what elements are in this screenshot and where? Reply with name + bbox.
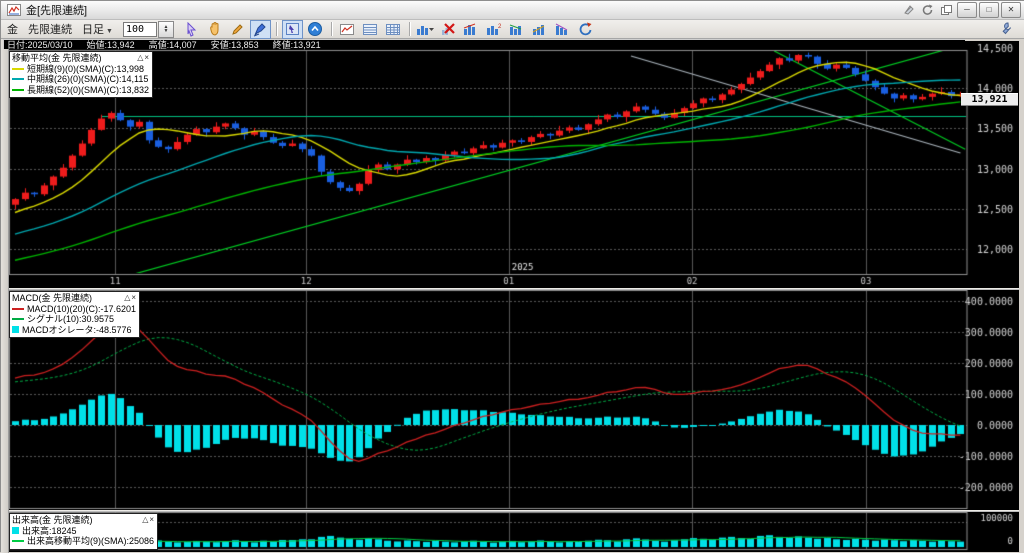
timeframe-value: 日足: [82, 24, 104, 36]
minimize-button[interactable]: ─: [957, 2, 977, 18]
macd-line-swatch: [12, 308, 24, 310]
indicator-preset4-icon[interactable]: [530, 20, 551, 39]
legend-close-button[interactable]: ×: [144, 54, 149, 62]
legend-close-button[interactable]: ×: [149, 516, 154, 524]
legend-item: MACDオシレータ:-48.5776: [12, 325, 136, 336]
legend-collapse-button[interactable]: △: [124, 294, 130, 302]
sma-mid-label: 中期線(26)(0)(SMA)(C):14,115: [27, 74, 148, 85]
volume-legend: 出来高(金 先限連続) △ × 出来高:18245 出来高移動平均(9)(SMA…: [9, 513, 158, 550]
indicator-preset3-icon[interactable]: [507, 20, 528, 39]
title-bar[interactable]: 金[先限連続] ─ □ ✕: [1, 1, 1024, 20]
sma-long-swatch: [12, 89, 24, 91]
maximize-button[interactable]: □: [979, 2, 999, 18]
chart-app-icon: [5, 3, 22, 17]
legend-item: 中期線(26)(0)(SMA)(C):14,115: [12, 74, 149, 85]
quote-date: 日付:2025/03/10: [7, 38, 73, 51]
left-gutter: [1, 39, 9, 553]
remove-indicator-icon[interactable]: [438, 20, 459, 39]
signal-line-swatch: [12, 318, 24, 320]
legend-item: 出来高移動平均(9)(SMA):25086: [12, 536, 154, 547]
refresh-window-icon[interactable]: [919, 3, 936, 17]
indicator-preset1-icon[interactable]: [461, 20, 482, 39]
legend-item: 出来高:18245: [12, 526, 154, 537]
close-button[interactable]: ✕: [1001, 2, 1021, 18]
macd-line-label: MACD(10)(20)(C):-17.6201: [27, 304, 136, 315]
hand-pan-icon[interactable]: [204, 20, 225, 39]
sma-short-label: 短期線(9)(0)(SMA)(C):13,998: [27, 64, 144, 75]
legend-item: 長期線(52)(0)(SMA)(C):13,832: [12, 85, 149, 96]
panel-splitter[interactable]: [9, 288, 1019, 290]
macd-chart-canvas[interactable]: [9, 290, 1019, 510]
panel-splitter[interactable]: [9, 510, 1019, 512]
refresh-data-icon[interactable]: [576, 20, 597, 39]
right-gutter: [1019, 39, 1024, 553]
legend-item: シグナル(10):30.9575: [12, 314, 136, 325]
attach-icon[interactable]: [900, 3, 917, 17]
pen-trendline-icon[interactable]: [250, 20, 271, 39]
indicator-preset2-icon[interactable]: 2: [484, 20, 505, 39]
window-title: 金[先限連続]: [26, 2, 87, 18]
new-chart-icon[interactable]: [337, 20, 358, 39]
pencil-draw-icon[interactable]: [227, 20, 248, 39]
oscillator-swatch: [12, 326, 19, 333]
macd-legend: MACD(金 先限連続) △ × MACD(10)(20)(C):-17.620…: [9, 291, 140, 338]
copy-window-icon[interactable]: [938, 3, 955, 17]
oscillator-label: MACDオシレータ:-48.5776: [22, 325, 132, 336]
settings-wrench-icon[interactable]: [994, 20, 1015, 39]
volume-ma-swatch: [12, 540, 24, 542]
contract-label: 先限連続: [28, 21, 72, 37]
ma-legend-title: 移動平均(金 先限連続): [12, 53, 102, 64]
legend-item: MACD(10)(20)(C):-17.6201: [12, 304, 136, 315]
toolbar: 金 先限連続 日足▼ ▲▼ 2: [1, 20, 1024, 39]
volume-swatch: [12, 527, 19, 534]
signal-line-label: シグナル(10):30.9575: [27, 314, 114, 325]
volume-ma-label: 出来高移動平均(9)(SMA):25086: [27, 536, 154, 547]
bar-count-stepper[interactable]: ▲▼: [158, 21, 174, 38]
dense-grid-icon[interactable]: [383, 20, 404, 39]
volume-label: 出来高:18245: [22, 526, 77, 537]
price-grid-icon[interactable]: [360, 20, 381, 39]
quote-low: 安値:13,853: [211, 38, 259, 51]
legend-collapse-button[interactable]: △: [137, 54, 143, 62]
quote-close: 終値:13,921: [273, 38, 321, 51]
scroll-latest-icon[interactable]: [305, 20, 326, 39]
toolbar-separator: [331, 22, 332, 36]
symbol-label: 金: [7, 21, 18, 37]
volume-chart-canvas[interactable]: [9, 512, 1019, 552]
select-cursor-icon[interactable]: [181, 20, 202, 39]
sma-mid-swatch: [12, 78, 24, 80]
sma-long-label: 長期線(52)(0)(SMA)(C):13,832: [27, 85, 149, 96]
legend-close-button[interactable]: ×: [131, 294, 136, 302]
legend-collapse-button[interactable]: △: [142, 516, 148, 524]
macd-legend-title: MACD(金 先限連続): [12, 293, 92, 304]
crosshair-mode-icon[interactable]: [282, 20, 303, 39]
quote-open: 始値:13,942: [87, 38, 135, 51]
svg-text:2: 2: [498, 24, 502, 30]
quote-info-bar: 日付:2025/03/10 始値:13,942 高値:14,007 安値:13,…: [3, 39, 965, 49]
volume-legend-title: 出来高(金 先限連続): [12, 515, 93, 526]
chart-window: 金[先限連続] ─ □ ✕ 金 先限連続 日足▼ ▲▼: [0, 0, 1024, 552]
indicator-preset5-icon[interactable]: [553, 20, 574, 39]
last-price-tag: 13,921: [961, 93, 1018, 106]
quote-high: 高値:14,007: [149, 38, 197, 51]
indicator-menu-icon[interactable]: [415, 20, 436, 39]
chevron-down-icon: ▼: [106, 28, 113, 35]
toolbar-separator: [276, 22, 277, 36]
toolbar-separator: [409, 22, 410, 36]
bar-count-input[interactable]: [123, 22, 157, 37]
price-chart-canvas[interactable]: [9, 41, 1019, 288]
timeframe-select[interactable]: 日足▼: [82, 21, 113, 37]
ma-legend: 移動平均(金 先限連続) △ × 短期線(9)(0)(SMA)(C):13,99…: [9, 51, 153, 98]
legend-item: 短期線(9)(0)(SMA)(C):13,998: [12, 64, 149, 75]
sma-short-swatch: [12, 68, 24, 70]
